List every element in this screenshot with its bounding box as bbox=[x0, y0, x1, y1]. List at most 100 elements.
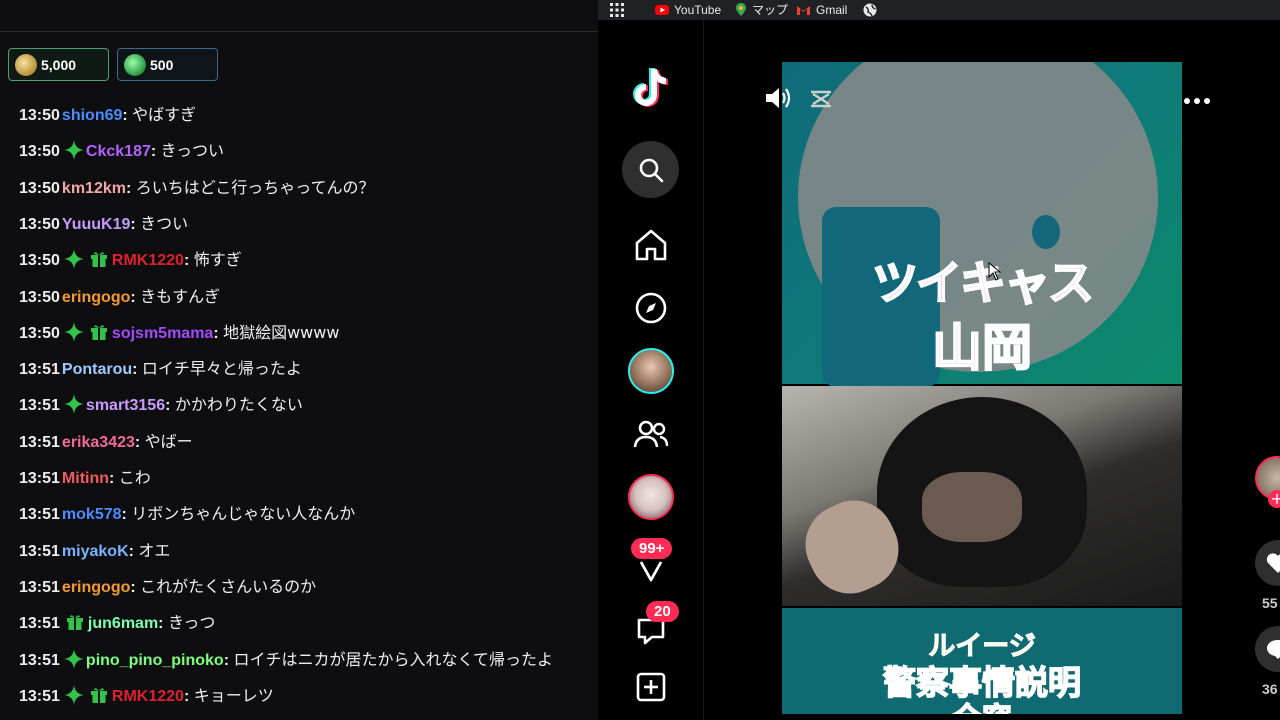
mouse-cursor bbox=[988, 261, 1002, 286]
chat-message: 13:51 erika3423: やばー bbox=[19, 424, 193, 460]
globe-icon[interactable] bbox=[863, 0, 877, 20]
live-avatar[interactable] bbox=[622, 342, 679, 399]
sub-badge-icon[interactable] bbox=[63, 320, 84, 342]
chat-message: 13:51 eringogo: これがたくさんいるのか bbox=[19, 569, 316, 605]
message-text: きっつ bbox=[167, 613, 216, 633]
chat-message: 13:50 shion69: やばすぎ bbox=[19, 97, 196, 133]
message-timestamp: 13:51 bbox=[19, 651, 60, 669]
bookmark-maps[interactable]: マップ bbox=[736, 0, 788, 20]
divider bbox=[0, 31, 598, 32]
message-username[interactable]: RMK1220 bbox=[112, 252, 184, 269]
tiktok-logo-icon[interactable] bbox=[622, 58, 679, 115]
message-username[interactable]: Pontarou bbox=[62, 361, 132, 378]
message-username[interactable]: Mitinn bbox=[62, 470, 109, 487]
message-username[interactable]: mok578 bbox=[62, 506, 122, 523]
message-text: リボンちゃんじゃない人なんか bbox=[131, 504, 356, 524]
explore-button[interactable] bbox=[622, 279, 679, 336]
bookmark-gmail[interactable]: Gmail bbox=[797, 0, 847, 20]
comment-count: 36 bbox=[1262, 681, 1278, 697]
following-button[interactable] bbox=[622, 405, 679, 462]
chat-message: 13:50 sojsm5mama: 地獄絵図wwww bbox=[19, 315, 339, 351]
message-timestamp: 13:51 bbox=[19, 687, 60, 705]
upload-button[interactable] bbox=[622, 658, 679, 715]
chat-message: 13:51 jun6mam: きっつ bbox=[19, 605, 215, 641]
sub-badge-icon[interactable] bbox=[63, 247, 84, 270]
message-text: ロイチはニカが居たから入れなくて帰ったよ bbox=[233, 649, 553, 669]
message-username[interactable]: RMK1220 bbox=[112, 688, 184, 705]
compass-icon bbox=[635, 292, 666, 323]
message-text: 地獄絵図wwww bbox=[223, 322, 340, 342]
channel-points-value: 5,000 bbox=[41, 56, 77, 73]
sub-badge-icon[interactable] bbox=[63, 392, 84, 415]
activity-icon bbox=[639, 560, 662, 581]
message-text: きもすんぎ bbox=[140, 286, 221, 306]
secondary-points-button[interactable]: 500 bbox=[117, 48, 218, 81]
sub-badge-icon[interactable] bbox=[63, 647, 84, 669]
message-username[interactable]: pino_pino_pinoko bbox=[86, 652, 224, 669]
chat-message: 13:50 Ckck187: きっつい bbox=[19, 133, 224, 169]
bookmark-label: YouTube bbox=[674, 3, 722, 17]
message-colon: : bbox=[158, 615, 168, 633]
tiktok-page: 99+ 20 ツイキャス 山岡 ルイージ 警察事情説明 全容 bbox=[598, 20, 1280, 720]
activity-badge: 99+ bbox=[631, 538, 673, 559]
search-button[interactable] bbox=[622, 141, 679, 198]
upload-icon bbox=[636, 672, 665, 701]
message-colon: : bbox=[122, 107, 133, 124]
message-colon: : bbox=[130, 215, 141, 233]
bookmark-label: マップ bbox=[752, 3, 789, 17]
video-caption-top-2: 山岡 bbox=[931, 318, 1033, 378]
sub-badge-icon[interactable] bbox=[63, 138, 84, 161]
message-username[interactable]: eringogo bbox=[62, 579, 130, 596]
message-timestamp: 13:51 bbox=[19, 433, 60, 451]
more-options-button[interactable] bbox=[1183, 90, 1211, 109]
gift-badge-icon[interactable] bbox=[66, 609, 84, 631]
message-username[interactable]: miyakoK bbox=[62, 543, 129, 560]
profile-avatar[interactable] bbox=[622, 468, 679, 525]
message-username[interactable]: YuuuK19 bbox=[62, 216, 130, 233]
message-timestamp: 13:51 bbox=[19, 361, 60, 379]
chat-message: 13:50 RMK1220: 怖すぎ bbox=[19, 242, 242, 278]
message-colon: : bbox=[150, 143, 161, 161]
channel-points-button[interactable]: 5,000 bbox=[8, 48, 109, 81]
message-username[interactable]: km12km bbox=[62, 180, 126, 197]
message-colon: : bbox=[132, 361, 142, 379]
message-text: キョーレツ bbox=[193, 685, 274, 705]
message-username[interactable]: sojsm5mama bbox=[112, 325, 213, 342]
chat-message: 13:51 smart3156: かかわりたくない bbox=[19, 387, 303, 423]
message-username[interactable]: erika3423 bbox=[62, 434, 135, 451]
message-colon: : bbox=[223, 651, 234, 669]
follow-plus-icon[interactable]: + bbox=[1268, 490, 1280, 508]
message-colon: : bbox=[213, 324, 224, 342]
video-player[interactable]: ツイキャス 山岡 ルイージ 警察事情説明 全容 bbox=[782, 62, 1182, 714]
message-username[interactable]: eringogo bbox=[62, 289, 130, 306]
message-username[interactable]: shion69 bbox=[62, 107, 122, 124]
chat-message: 13:51 Mitinn: こわ bbox=[19, 460, 151, 496]
gift-badge-icon[interactable] bbox=[90, 319, 108, 340]
home-button[interactable] bbox=[622, 216, 679, 273]
message-timestamp: 13:50 bbox=[19, 215, 60, 233]
message-username[interactable]: Ckck187 bbox=[86, 143, 151, 160]
message-text: これがたくさんいるのか bbox=[140, 576, 317, 596]
maps-icon bbox=[736, 3, 746, 16]
message-timestamp: 13:51 bbox=[19, 542, 60, 560]
gift-badge-icon[interactable] bbox=[90, 682, 108, 703]
message-username[interactable]: jun6mam bbox=[88, 615, 158, 632]
message-username[interactable]: smart3156 bbox=[86, 397, 165, 414]
message-colon: : bbox=[121, 506, 132, 524]
secondary-points-icon bbox=[124, 53, 146, 76]
comment-button[interactable] bbox=[1255, 626, 1280, 672]
comment-icon bbox=[1267, 640, 1280, 659]
like-button[interactable] bbox=[1255, 540, 1280, 586]
gift-badge-icon[interactable] bbox=[90, 246, 108, 268]
chat-message: 13:50 km12km: ろいちはどこ行っちゃってんの？ bbox=[19, 170, 374, 206]
video-graphic bbox=[922, 472, 1022, 542]
message-colon: : bbox=[130, 288, 141, 306]
message-text: やばー bbox=[144, 431, 193, 451]
sub-badge-icon[interactable] bbox=[63, 683, 84, 705]
message-text: きっつい bbox=[160, 141, 225, 161]
video-caption-bottom-3: 全容 bbox=[782, 694, 1182, 714]
message-timestamp: 13:51 bbox=[19, 506, 60, 524]
volume-button[interactable] bbox=[764, 84, 794, 116]
apps-grid-icon[interactable] bbox=[610, 0, 624, 20]
bookmark-youtube[interactable]: YouTube bbox=[655, 0, 721, 20]
